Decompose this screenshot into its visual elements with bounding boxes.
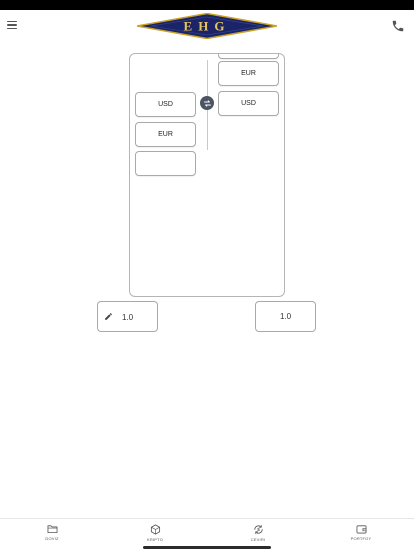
- logo-text: EHG: [184, 19, 231, 34]
- from-currency-usd[interactable]: USD: [135, 92, 196, 117]
- swap-arrows-icon[interactable]: [200, 96, 214, 110]
- from-currency-partial[interactable]: [135, 151, 196, 176]
- nav-tab-kripto[interactable]: KRIPTO: [135, 524, 175, 546]
- app-header: EHG: [0, 10, 414, 42]
- wallet-icon: [356, 525, 366, 534]
- hamburger-menu-icon[interactable]: [6, 19, 18, 31]
- currency-code: EUR: [241, 70, 256, 77]
- to-currency-usd[interactable]: USD: [218, 91, 279, 116]
- amount-input-value: 1.0: [122, 313, 134, 322]
- phone-icon[interactable]: [391, 19, 405, 33]
- nav-label: CEVIRI: [250, 537, 266, 542]
- to-currency-list[interactable]: EUR USD: [218, 54, 280, 296]
- from-currency-eur[interactable]: EUR: [135, 122, 196, 147]
- status-bar: [0, 0, 414, 10]
- nav-tab-doviz[interactable]: DOVIZ: [32, 524, 72, 546]
- nav-label: KRIPTO: [146, 537, 164, 542]
- nav-label: PORTFOY: [350, 536, 372, 541]
- converted-amount-output: 1.0: [255, 301, 316, 332]
- nav-tab-ceviri[interactable]: $ CEVIRI: [238, 524, 278, 546]
- from-currency-list[interactable]: USD EUR: [135, 54, 197, 296]
- pencil-icon: [105, 313, 112, 320]
- to-currency-eur[interactable]: EUR: [218, 61, 279, 86]
- currency-code: EUR: [158, 131, 173, 138]
- currency-code: USD: [241, 100, 256, 107]
- svg-text:$: $: [257, 527, 260, 532]
- to-currency-partial[interactable]: [218, 54, 279, 59]
- nav-label: DOVIZ: [45, 536, 59, 541]
- home-indicator: [143, 546, 271, 549]
- currency-code: USD: [158, 101, 173, 108]
- amount-input[interactable]: 1.0: [97, 301, 158, 332]
- currency-exchange-icon: $: [253, 524, 263, 535]
- crypto-cube-icon: [150, 524, 160, 535]
- folder-icon: [47, 525, 57, 534]
- app-logo: EHG: [137, 13, 277, 39]
- nav-tab-portfoy[interactable]: PORTFOY: [341, 524, 381, 546]
- converted-amount-value: 1.0: [279, 312, 292, 321]
- currency-picker-panel: USD EUR EUR USD: [129, 53, 285, 297]
